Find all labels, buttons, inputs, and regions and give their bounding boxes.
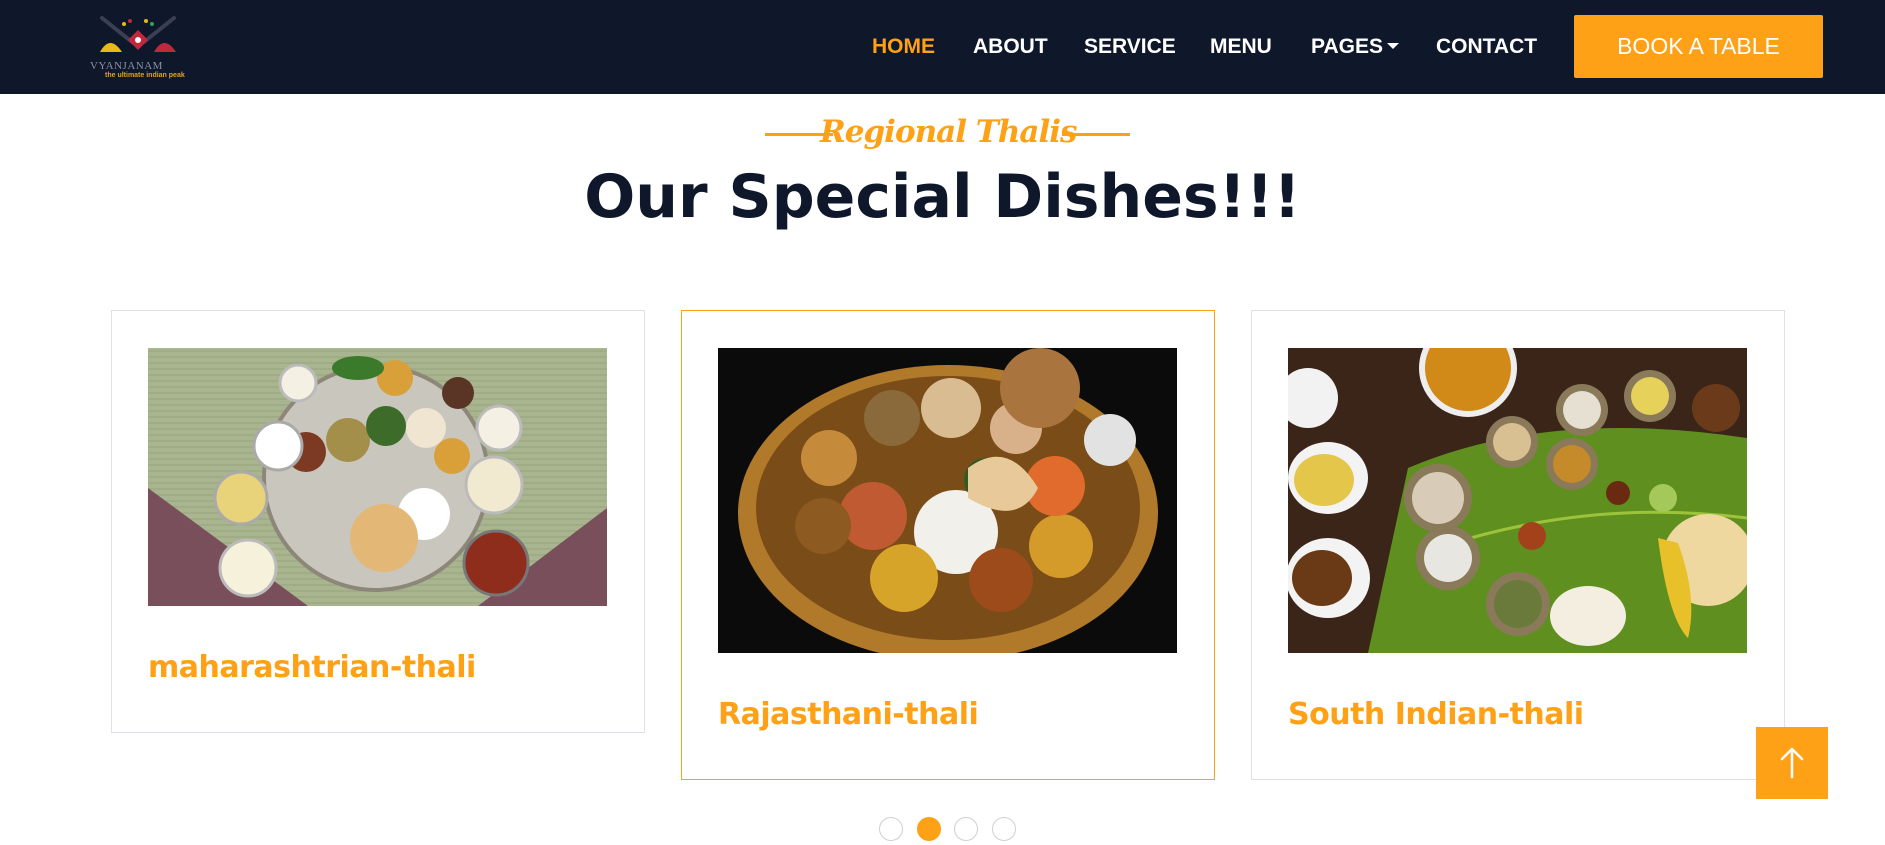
book-a-table-button[interactable]: BOOK A TABLE <box>1574 15 1823 78</box>
dish-title-maharashtrian[interactable]: maharashtrian-thali <box>148 650 476 685</box>
arrow-up-icon <box>1780 747 1804 779</box>
carousel-dot-3[interactable] <box>954 817 978 841</box>
dish-card-rajasthani[interactable]: Rajasthani-thali <box>681 310 1215 780</box>
carousel-dot-1[interactable] <box>879 817 903 841</box>
carousel-dot-4[interactable] <box>992 817 1016 841</box>
nav-menu[interactable]: MENU <box>1210 33 1272 61</box>
section-subtitle: Regional Thalis <box>820 114 1078 150</box>
dish-title-rajasthani[interactable]: Rajasthani-thali <box>718 697 979 732</box>
brand-name: VYANJANAM <box>90 60 163 72</box>
section-title: Our Special Dishes!!! <box>584 162 1301 232</box>
dish-title-south-indian[interactable]: South Indian-thali <box>1288 697 1584 732</box>
dish-card-south-indian[interactable]: South Indian-thali <box>1251 310 1785 780</box>
dish-image-south-indian <box>1288 348 1747 653</box>
nav-about[interactable]: ABOUT <box>973 33 1048 61</box>
logo-mark-icon <box>100 16 176 52</box>
brand-tagline: the ultimate indian peak <box>105 72 185 79</box>
nav-home[interactable]: HOME <box>872 33 935 61</box>
dish-card-maharashtrian[interactable]: maharashtrian-thali <box>111 310 645 733</box>
nav-contact[interactable]: CONTACT <box>1436 33 1537 61</box>
subtitle-line-right <box>1062 133 1130 136</box>
navbar: VYANJANAM the ultimate indian peak HOME … <box>0 0 1885 94</box>
section-subtitle-row: Regional Thalis <box>0 112 1885 156</box>
nav-service[interactable]: SERVICE <box>1084 33 1176 61</box>
nav-pages[interactable]: PAGES <box>1311 33 1399 61</box>
back-to-top-button[interactable] <box>1756 727 1828 799</box>
caret-down-icon <box>1386 43 1399 49</box>
brand-logo[interactable]: VYANJANAM the ultimate indian peak <box>88 12 188 82</box>
nav-pages-label: PAGES <box>1311 35 1383 58</box>
dish-image-maharashtrian <box>148 348 607 606</box>
dish-image-rajasthani <box>718 348 1177 653</box>
carousel-dot-2[interactable] <box>917 817 941 841</box>
